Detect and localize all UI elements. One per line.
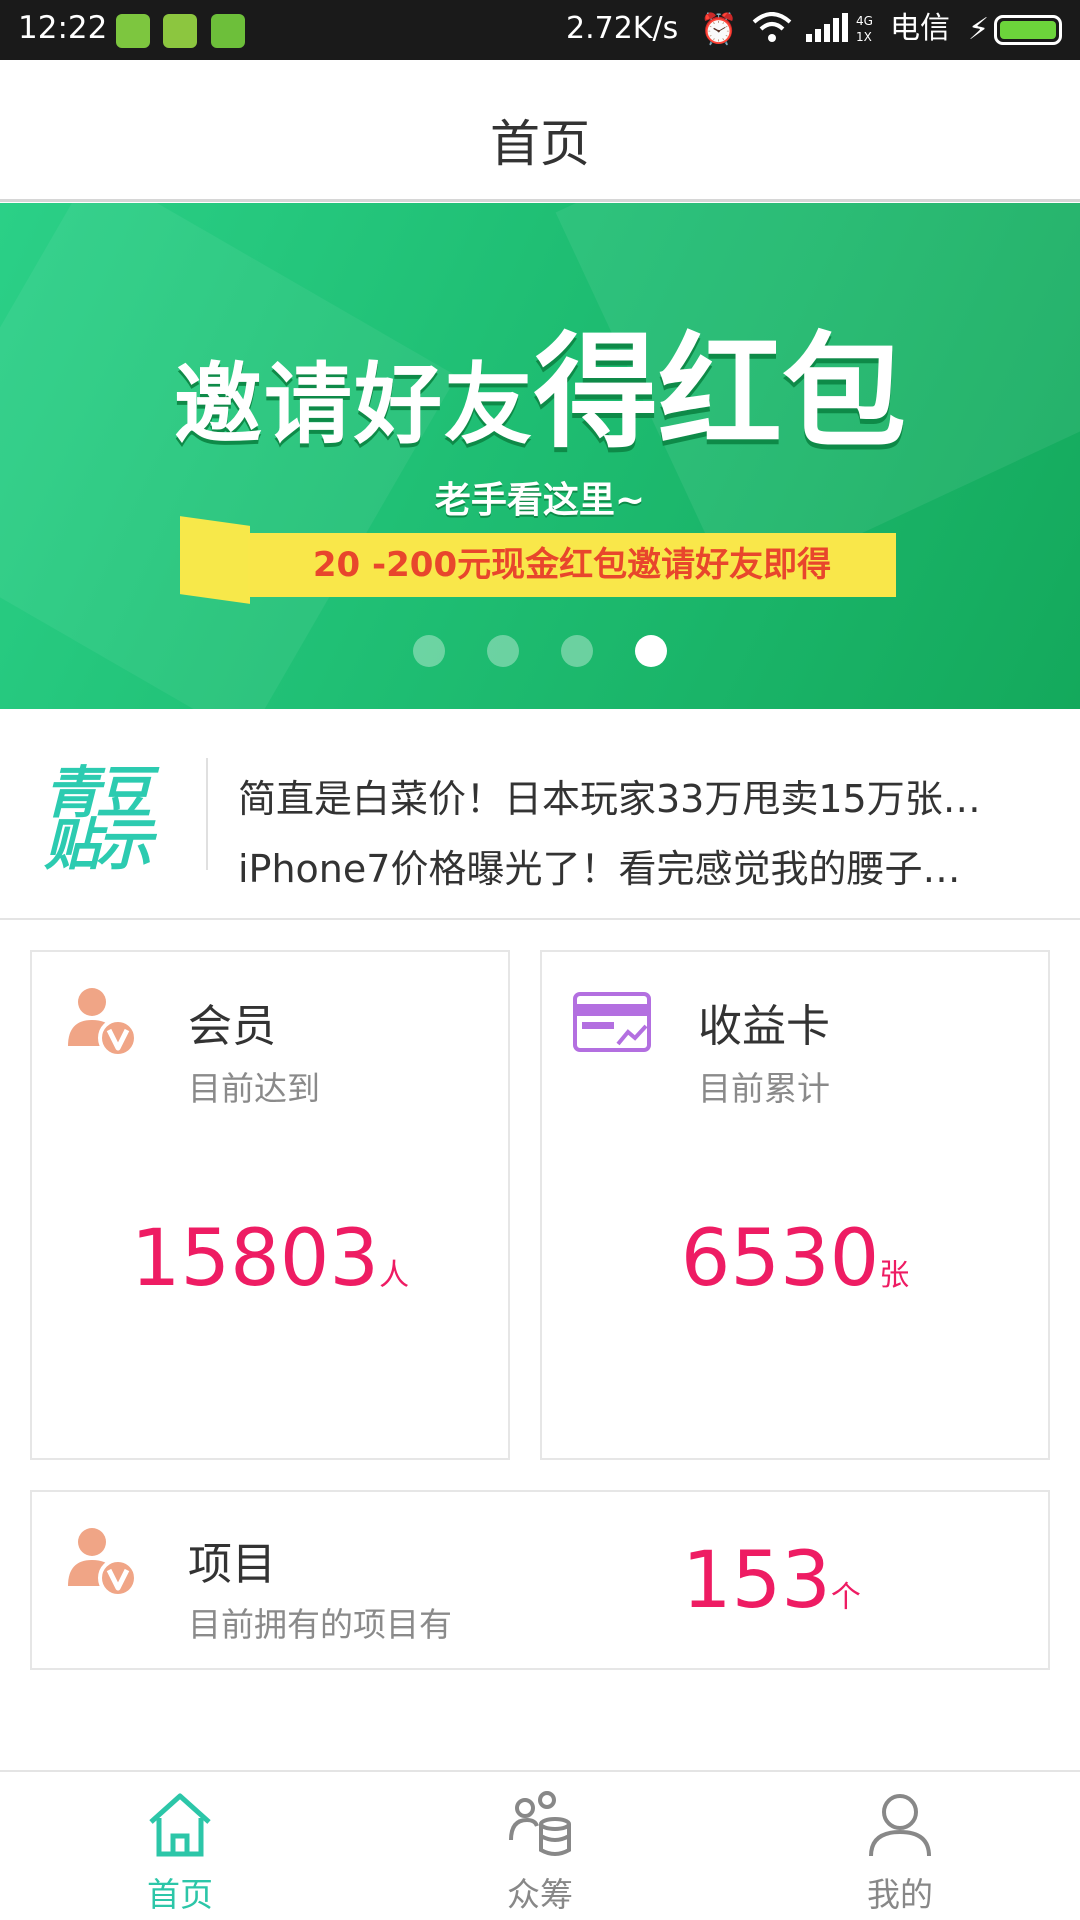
nav-home[interactable]: 首页 [80,1782,280,1920]
svg-text:1X: 1X [856,30,872,44]
members-title: 会员 [188,1001,276,1052]
nav-profile[interactable]: 我的 [800,1782,1000,1920]
nav-profile-label: 我的 [867,1875,933,1914]
news-item[interactable]: iPhone7价格曝光了！看完感觉我的腰子… [238,838,960,893]
yield-count: 6530 [680,1214,880,1304]
carousel-dot[interactable] [413,635,445,667]
banner-subtitle: 老手看这里~ [434,480,646,521]
status-bar: 12:22 2.72K/s ⏰ 4G 1X 电信 ⚡ [0,0,1080,60]
card-icon [573,992,651,1052]
member-icon [68,988,138,1058]
crowdfunding-icon [509,1791,571,1856]
projects-title: 项目 [188,1539,276,1590]
banner-headline: 邀请好友得红包 [0,291,1080,471]
banner-ribbon: 20 -200元现金红包邀请好友即得 [248,533,896,597]
projects-unit: 个 [830,1580,861,1615]
members-unit: 人 [379,1258,410,1293]
nav-crowdfunding[interactable]: 众筹 [440,1782,640,1920]
yield-value: 6530张 [542,1214,1048,1304]
news-item[interactable]: 简直是白菜价！日本玩家33万甩卖15万张… [238,768,981,823]
banner-headline-small: 邀请好友 [173,353,534,456]
nav-crowdfunding-label: 众筹 [507,1875,573,1914]
members-card[interactable]: 会员 目前达到 15803人 [30,950,510,1460]
network-type: 4G [856,14,873,28]
nav-home-label: 首页 [147,1875,213,1914]
carousel-dot-active[interactable] [635,635,667,667]
yield-card-card[interactable]: 收益卡 目前累计 6530张 [540,950,1050,1460]
projects-count: 153 [682,1536,831,1626]
battery-icon [994,15,1062,45]
members-value: 15803人 [32,1214,508,1304]
projects-value: 153个 [682,1536,861,1626]
battery-app-icon [116,14,150,48]
profile-icon [869,1794,931,1857]
title-bar: 首页 [0,60,1080,202]
projects-card[interactable]: 项目 目前拥有的项目有 153个 [30,1490,1050,1670]
android-app-icon [211,14,245,48]
banner-headline-big: 得红包 [534,321,907,465]
yield-unit: 张 [879,1258,910,1293]
news-divider [206,758,208,870]
yield-title: 收益卡 [698,1001,830,1052]
banner-flag [180,516,250,604]
carrier-name: 电信 [890,11,950,46]
net-speed: 2.72K/s [566,11,679,46]
carousel-dot[interactable] [487,635,519,667]
status-time: 12:22 [18,10,108,46]
news-logo: 青豆贴示 [44,761,152,878]
yield-subtitle: 目前累计 [698,1069,830,1108]
carousel-dot[interactable] [561,635,593,667]
promo-banner[interactable]: 邀请好友得红包 老手看这里~ 20 -200元现金红包邀请好友即得 [0,203,1080,709]
carousel-indicator [0,635,1080,667]
members-count: 15803 [130,1214,380,1304]
page-title: 首页 [490,115,590,173]
bottom-nav: 首页 众筹 我的 [0,1770,1080,1920]
news-ticker: 青豆贴示 简直是白菜价！日本玩家33万甩卖15万张… iPhone7价格曝光了！… [0,710,1080,920]
wifi-icon [752,12,792,53]
signal-icon: 4G 1X [806,12,882,53]
app-notification-icon [163,14,197,48]
projects-subtitle: 目前拥有的项目有 [188,1605,452,1644]
member-icon [68,1528,138,1598]
members-subtitle: 目前达到 [188,1069,320,1108]
charging-icon: ⚡ [968,12,990,47]
alarm-icon: ⏰ [700,12,738,47]
home-icon [149,1793,211,1857]
